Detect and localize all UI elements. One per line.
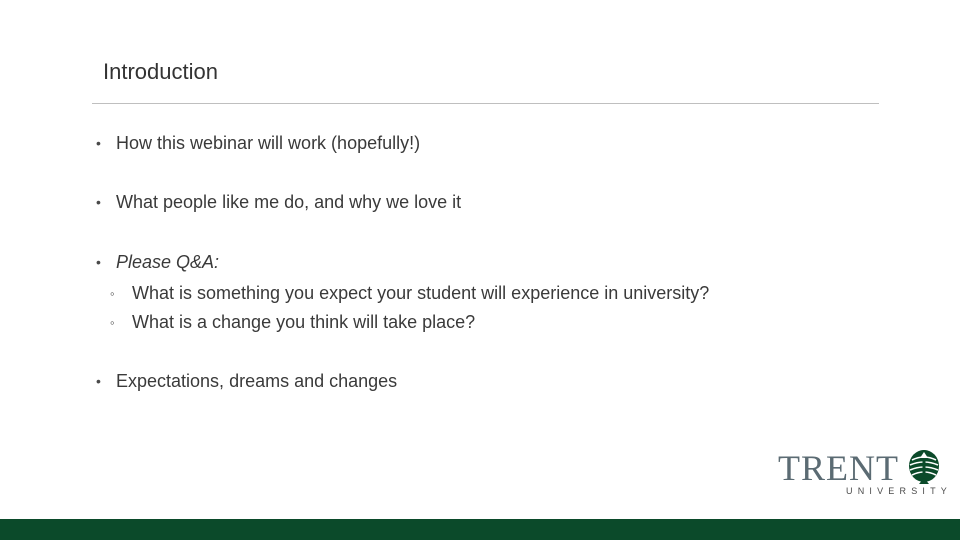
bullet-glyph: •	[96, 194, 101, 210]
sub-bullet-item: ◦ What is something you expect your stude…	[110, 281, 709, 306]
sub-bullet-glyph: ◦	[110, 286, 115, 301]
bullet-glyph: •	[96, 254, 101, 270]
slide-title: Introduction	[103, 59, 218, 84]
title-divider	[92, 103, 879, 104]
bullet-text: How this webinar will work (hopefully!)	[116, 133, 421, 153]
sub-bullet-text: What is something you expect your studen…	[132, 283, 710, 303]
sub-bullet-item: ◦ What is a change you think will take pl…	[110, 310, 475, 335]
trent-emblem-icon	[909, 450, 939, 484]
sub-bullet-text: What is a change you think will take pla…	[132, 312, 476, 332]
bullet-item: • How this webinar will work (hopefully!)	[96, 131, 420, 155]
logo-wordmark: TRENT	[778, 448, 899, 488]
bullet-text: Expectations, dreams and changes	[116, 371, 398, 391]
trent-university-logo: TRENT UNIVERSITY	[778, 448, 947, 504]
bullet-glyph: •	[96, 135, 101, 151]
bullet-text: What people like me do, and why we love …	[116, 192, 462, 212]
bullet-glyph: •	[96, 373, 101, 389]
bullet-item: • Please Q&A:	[96, 250, 219, 274]
bullet-item: • Expectations, dreams and changes	[96, 369, 397, 393]
slide: Introduction • How this webinar will work…	[0, 0, 960, 540]
footer-brand-bar	[0, 519, 960, 540]
sub-bullet-glyph: ◦	[110, 315, 115, 330]
bullet-item: • What people like me do, and why we love…	[96, 190, 461, 214]
bullet-text: Please Q&A:	[116, 252, 220, 272]
